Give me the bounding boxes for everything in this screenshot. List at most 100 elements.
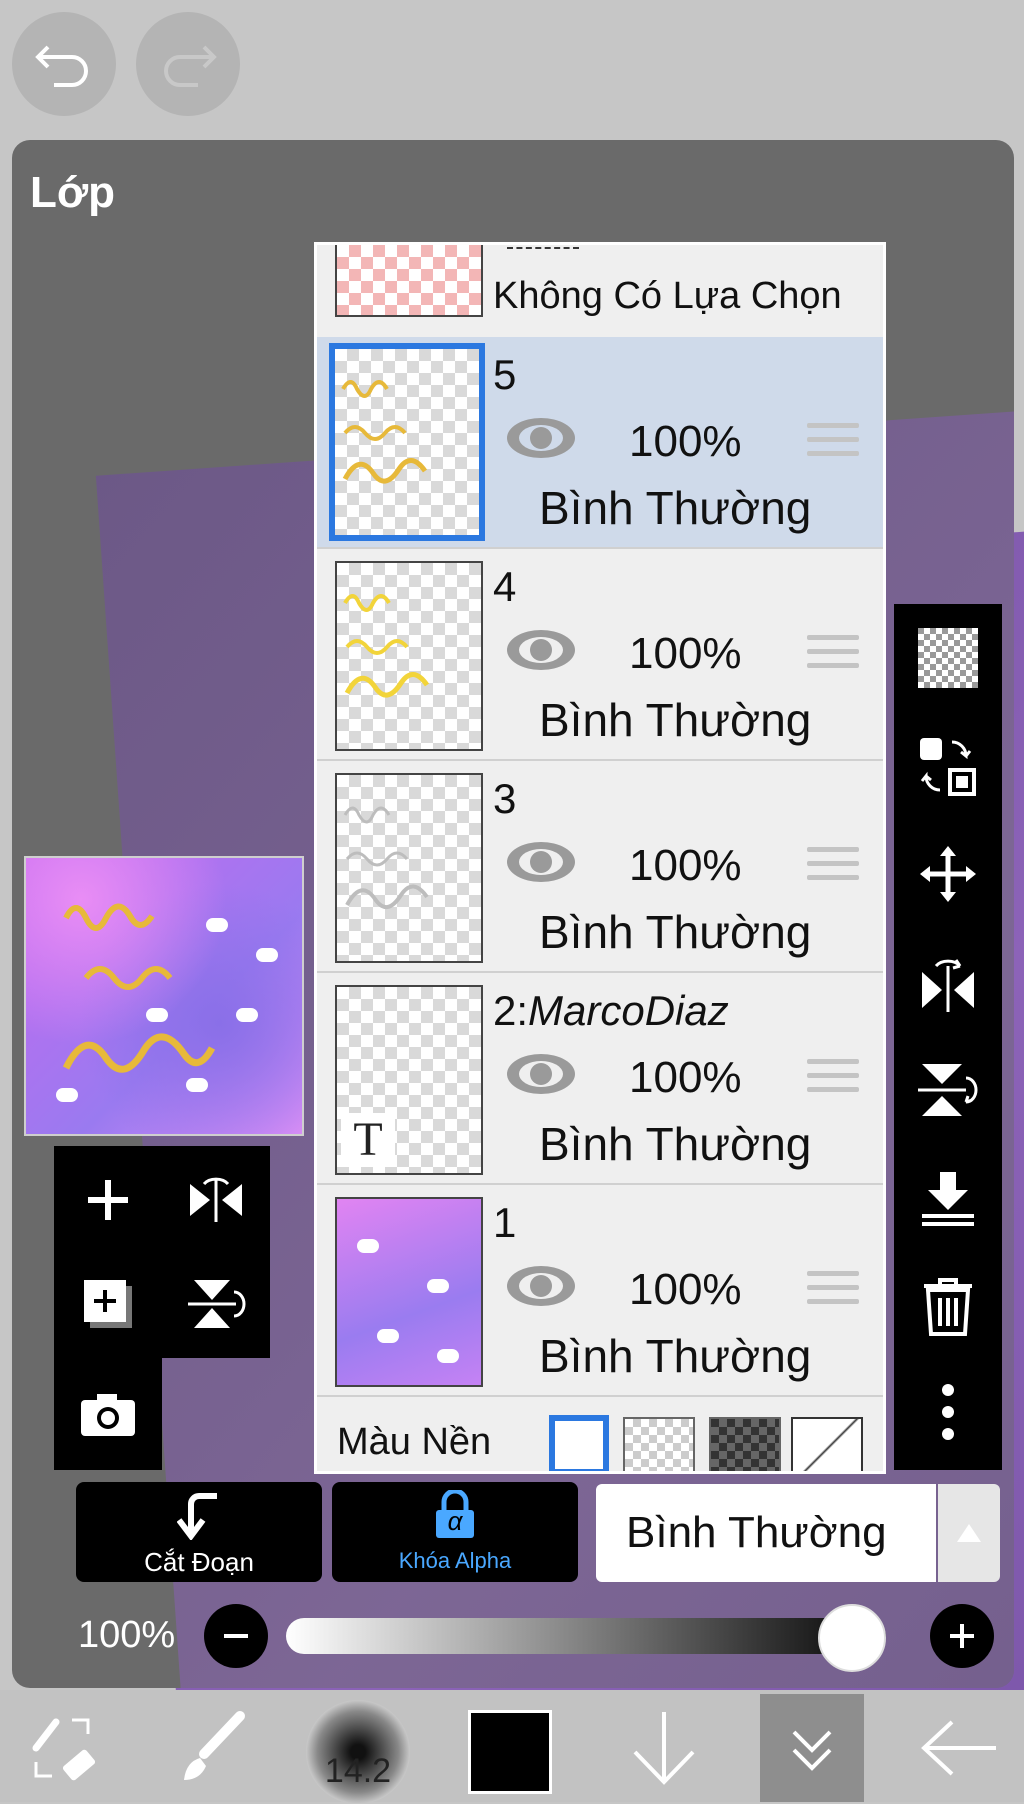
lock-icon: α bbox=[432, 1488, 478, 1538]
flip-horizontal-icon bbox=[922, 959, 974, 1012]
layer-name: 2:MarcoDiaz bbox=[493, 987, 729, 1035]
alpha-lock-button[interactable]: α Khóa Alpha bbox=[332, 1482, 578, 1582]
blend-mode-value: Bình Thường bbox=[626, 1508, 887, 1557]
plus-icon bbox=[88, 1180, 128, 1220]
caret-up-icon bbox=[957, 1524, 981, 1542]
layer-row-2[interactable]: T 2:MarcoDiaz 100% Bình Thường bbox=[317, 973, 883, 1185]
swap-icon bbox=[920, 738, 976, 796]
layer-thumbnail bbox=[329, 343, 485, 541]
layer-name: 1 bbox=[493, 1199, 517, 1246]
color-picker-button[interactable] bbox=[468, 1710, 552, 1794]
selection-layer-row[interactable]: Không Có Lựa Chọn bbox=[317, 245, 883, 339]
bg-checker-dark-option[interactable] bbox=[709, 1417, 781, 1471]
visibility-eye-icon[interactable] bbox=[505, 1263, 577, 1309]
layer-blend-mode: Bình Thường bbox=[539, 1118, 812, 1170]
drag-handle-icon[interactable] bbox=[807, 1271, 859, 1311]
redo-icon bbox=[164, 45, 217, 87]
layer-list: Không Có Lựa Chọn 5 100% Bình Thường 4 1… bbox=[314, 242, 886, 1474]
back-button[interactable] bbox=[912, 1700, 1008, 1796]
flip-layer-horizontal-button[interactable] bbox=[916, 950, 980, 1014]
layer-blend-mode: Bình Thường bbox=[539, 482, 812, 534]
clipping-button[interactable]: Cắt Đoạn bbox=[76, 1482, 322, 1582]
clipping-label: Cắt Đoạn bbox=[144, 1547, 254, 1577]
add-layer-button[interactable] bbox=[76, 1168, 140, 1232]
drag-handle-icon[interactable] bbox=[807, 1059, 859, 1099]
layer-row-5[interactable]: 5 100% Bình Thường bbox=[317, 337, 883, 549]
layer-thumbnail bbox=[335, 561, 483, 751]
more-vertical-icon bbox=[942, 1384, 954, 1440]
selection-marquee-icon bbox=[507, 247, 579, 257]
bg-checker-light-option[interactable] bbox=[623, 1417, 695, 1471]
layer-opacity: 100% bbox=[629, 841, 742, 890]
merge-down-button[interactable] bbox=[916, 1166, 980, 1230]
duplicate-layer-button[interactable] bbox=[76, 1272, 140, 1336]
blend-mode-select[interactable]: Bình Thường bbox=[596, 1484, 936, 1582]
bg-white-option[interactable] bbox=[549, 1415, 609, 1471]
opacity-decrease-button[interactable] bbox=[204, 1604, 268, 1668]
layer-blend-mode: Bình Thường bbox=[539, 694, 812, 746]
drag-handle-icon[interactable] bbox=[807, 635, 859, 675]
opacity-slider-knob[interactable] bbox=[818, 1604, 886, 1672]
layer-blend-mode: Bình Thường bbox=[539, 1330, 812, 1382]
lettering-thumb bbox=[341, 380, 428, 484]
swap-layer-button[interactable] bbox=[916, 734, 980, 798]
layer-opacity: 100% bbox=[629, 629, 742, 678]
transparent-fill-button[interactable] bbox=[916, 626, 980, 690]
brush-button[interactable] bbox=[162, 1700, 258, 1796]
visibility-eye-icon[interactable] bbox=[505, 415, 577, 461]
layer-thumbnail: T bbox=[335, 985, 483, 1175]
merge-down-icon bbox=[922, 1172, 974, 1226]
flip-horizontal-button[interactable] bbox=[184, 1168, 248, 1232]
move-button[interactable] bbox=[916, 842, 980, 906]
blend-mode-dropdown-button[interactable] bbox=[938, 1484, 1000, 1582]
flip-horizontal-icon bbox=[190, 1177, 242, 1222]
visibility-eye-icon[interactable] bbox=[505, 839, 577, 885]
checker-icon bbox=[918, 628, 978, 688]
layer-name-prefix: 2: bbox=[493, 987, 529, 1034]
bg-none-option[interactable] bbox=[791, 1417, 863, 1471]
visibility-eye-icon[interactable] bbox=[505, 627, 577, 673]
chevrons-down-icon bbox=[792, 1730, 832, 1771]
background-color-label: Màu Nền bbox=[337, 1421, 492, 1463]
plus-icon bbox=[950, 1624, 974, 1648]
layer-tools-panel-ext bbox=[54, 1358, 162, 1470]
tool-switch-button[interactable] bbox=[14, 1700, 110, 1796]
flip-layer-vertical-button[interactable] bbox=[916, 1058, 980, 1122]
camera-icon bbox=[81, 1394, 135, 1436]
move-icon bbox=[920, 846, 976, 902]
layer-name: 4 bbox=[493, 563, 517, 610]
layer-opacity: 100% bbox=[629, 1053, 742, 1102]
opacity-slider[interactable] bbox=[286, 1618, 886, 1654]
brush-size-button[interactable]: 14.2 bbox=[306, 1700, 410, 1804]
drag-handle-icon[interactable] bbox=[807, 847, 859, 887]
canvas-preview[interactable] bbox=[24, 856, 304, 1136]
move-down-button[interactable] bbox=[616, 1700, 712, 1796]
no-selection-label: Không Có Lựa Chọn bbox=[493, 275, 842, 317]
flip-vertical-button[interactable] bbox=[184, 1272, 248, 1336]
layer-row-3[interactable]: 3 100% Bình Thường bbox=[317, 761, 883, 973]
background-color-row: Màu Nền bbox=[317, 1397, 883, 1471]
layer-row-4[interactable]: 4 100% Bình Thường bbox=[317, 549, 883, 761]
redo-button[interactable] bbox=[136, 12, 240, 116]
visibility-eye-icon[interactable] bbox=[505, 1051, 577, 1097]
opacity-label: 100% bbox=[78, 1614, 176, 1656]
alpha-glyph: α bbox=[447, 1506, 463, 1536]
brush-size-value: 14.2 bbox=[324, 1752, 392, 1790]
alpha-lock-label: Khóa Alpha bbox=[398, 1548, 512, 1573]
delete-layer-button[interactable] bbox=[916, 1274, 980, 1338]
trash-icon bbox=[924, 1278, 972, 1336]
opacity-increase-button[interactable] bbox=[930, 1604, 994, 1668]
layer-opacity: 100% bbox=[629, 1265, 742, 1314]
minus-icon bbox=[224, 1634, 248, 1638]
layer-row-1[interactable]: 1 100% Bình Thường bbox=[317, 1185, 883, 1397]
layer-name: 3 bbox=[493, 775, 517, 822]
more-options-button[interactable] bbox=[916, 1380, 980, 1444]
undo-button[interactable] bbox=[12, 12, 116, 116]
layer-opacity: 100% bbox=[629, 417, 742, 466]
lettering-thumb bbox=[343, 806, 429, 909]
layers-collapse-button[interactable] bbox=[760, 1694, 864, 1802]
drag-handle-icon[interactable] bbox=[807, 423, 859, 463]
layer-actions-toolbar bbox=[894, 604, 1002, 1470]
layer-thumbnail bbox=[335, 1197, 483, 1387]
camera-button[interactable] bbox=[76, 1382, 140, 1446]
